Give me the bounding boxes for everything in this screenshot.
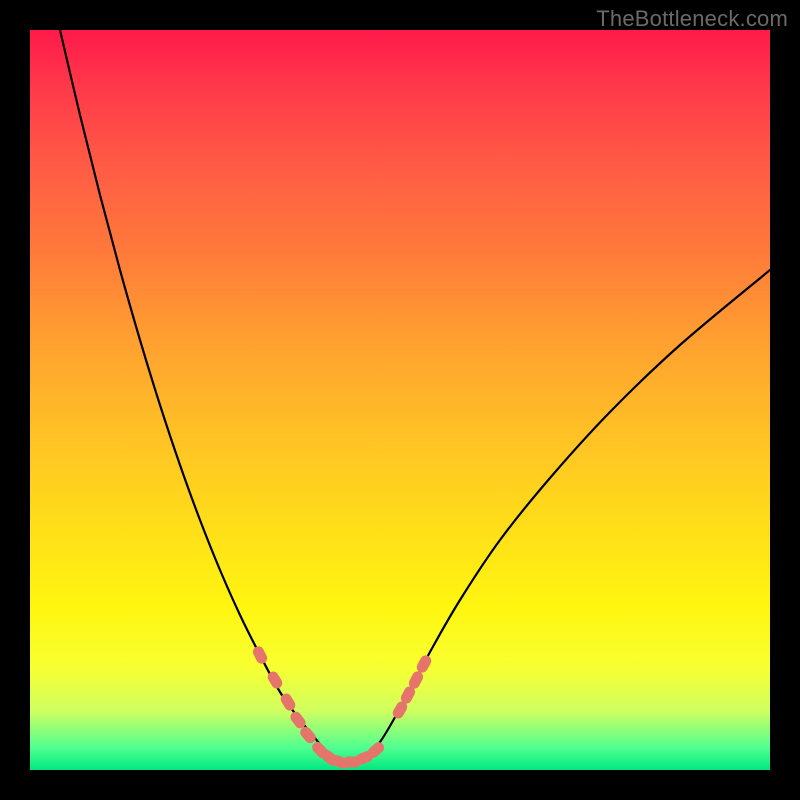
bottleneck-curve [60, 30, 770, 762]
chart-frame: TheBottleneck.com [0, 0, 800, 800]
curve-svg [30, 30, 770, 770]
plot-area [30, 30, 770, 770]
watermark-text: TheBottleneck.com [596, 6, 788, 32]
highlight-dot [415, 653, 433, 674]
highlight-markers [251, 644, 433, 770]
highlight-dot [251, 644, 269, 665]
